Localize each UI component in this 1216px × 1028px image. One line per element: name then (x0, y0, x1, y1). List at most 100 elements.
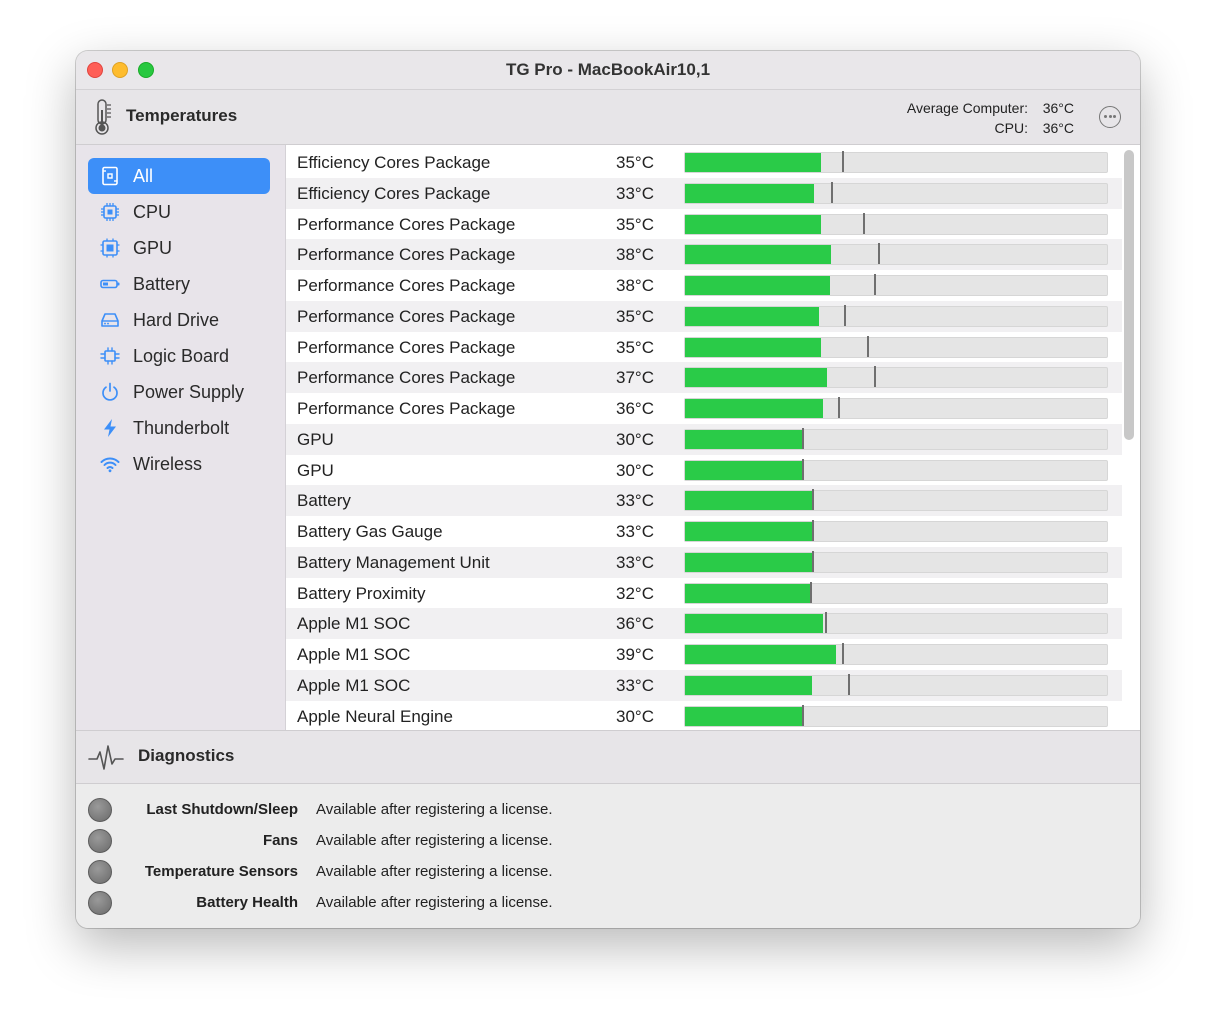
sensor-row[interactable]: Apple M1 SOC 39°C (286, 639, 1122, 670)
sidebar-item-label: GPU (133, 238, 173, 258)
sidebar-item-cpu[interactable]: CPU (88, 194, 270, 230)
temperature-bar-fill (685, 675, 813, 695)
sensor-temperature: 36°C (616, 399, 654, 418)
bolt-icon (104, 419, 116, 437)
sensor-list[interactable]: Efficiency Cores Package 35°C Efficiency C… (286, 145, 1140, 730)
diagnostic-row: Battery Health Available after registeri… (76, 889, 876, 917)
sidebar-item-wireless[interactable]: Wireless (88, 446, 270, 482)
sensor-temperature: 33°C (616, 552, 654, 572)
gpu-icon (100, 238, 120, 258)
temperature-bar (684, 489, 1108, 512)
max-temperature-marker (841, 151, 844, 172)
chip-icon (101, 203, 119, 221)
sensor-temperature: 30°C (616, 429, 654, 449)
temperatures-title: Temperatures (126, 106, 238, 125)
sidebar-item-hard-drive[interactable]: Hard Drive (88, 302, 270, 338)
average-computer-value: 36°C (1042, 100, 1074, 116)
sensor-name: Performance Cores Package (297, 306, 516, 326)
sidebar-item-label: Power Supply (133, 382, 245, 402)
sensor-row[interactable]: Performance Cores Package 35°C (286, 209, 1122, 240)
sidebar-item-power-supply[interactable]: Power Supply (88, 374, 270, 410)
sensor-name: Apple M1 SOC (297, 675, 411, 695)
temperature-bar (684, 366, 1108, 389)
temperature-bar-fill (685, 306, 820, 326)
temperature-bar-fill (685, 522, 813, 541)
sensor-row[interactable]: Apple M1 SOC 33°C (286, 669, 1122, 701)
sensor-row[interactable]: GPU 30°C (286, 455, 1122, 486)
temperature-bar-fill (685, 399, 823, 418)
temperature-bar (684, 643, 1108, 665)
sensor-temperature: 33°C (616, 675, 654, 695)
sidebar-item-logic-board[interactable]: Logic Board (88, 338, 270, 374)
sensor-name: GPU (297, 460, 334, 480)
logic-board-icon (100, 347, 120, 365)
sensor-row[interactable]: Battery Gas Gauge 33°C (286, 516, 1122, 547)
temperature-bar (684, 673, 1108, 696)
temperature-bar (684, 612, 1108, 635)
board-icon (102, 166, 118, 186)
sensor-row[interactable]: Performance Cores Package 35°C (286, 300, 1122, 332)
max-temperature-marker (844, 304, 846, 326)
temperature-bar-fill (685, 276, 831, 295)
temperature-bar (684, 212, 1108, 235)
sidebar-item-label: Hard Drive (133, 310, 220, 330)
sensor-name: GPU (297, 429, 334, 449)
sensor-row[interactable]: Apple Neural Engine 30°C (286, 701, 1122, 731)
sensor-row[interactable]: Performance Cores Package 38°C (286, 239, 1122, 271)
sensor-row[interactable]: Efficiency Cores Package 33°C (286, 177, 1122, 209)
sensor-name: Battery Gas Gauge (297, 522, 443, 541)
cpu-average-label: CPU: (994, 120, 1028, 136)
drive-icon (101, 313, 119, 327)
max-temperature-marker (873, 274, 876, 295)
max-temperature-marker (812, 489, 815, 511)
temperature-bar-fill (685, 460, 802, 480)
temperature-bar (684, 181, 1108, 204)
temperature-bar (684, 274, 1108, 296)
sensor-name: Performance Cores Package (297, 399, 516, 418)
sensor-row[interactable]: Performance Cores Package 37°C (286, 362, 1122, 394)
sensor-row[interactable]: Apple M1 SOC 36°C (286, 608, 1122, 640)
temperature-bar-fill (685, 491, 813, 511)
max-temperature-marker (801, 704, 804, 726)
max-temperature-marker (831, 181, 834, 203)
app-window: TG Pro - MacBookAir10,1 Temperatures Ave… (76, 51, 1140, 928)
temperature-bar-fill (685, 368, 828, 388)
sidebar-item-gpu[interactable]: GPU (88, 230, 270, 266)
sensor-row[interactable]: Performance Cores Package 36°C (286, 393, 1122, 424)
temperature-bar (684, 151, 1108, 173)
sensor-name: Efficiency Cores Package (297, 153, 491, 172)
diagnostic-label: Fans (262, 832, 298, 849)
sensor-temperature: 35°C (616, 214, 654, 234)
sensor-row[interactable]: Battery Proximity 32°C (286, 578, 1122, 609)
sensor-row[interactable]: Performance Cores Package 35°C (286, 332, 1122, 363)
status-indicator-icon (88, 829, 112, 853)
sidebar-item-battery[interactable]: Battery (88, 266, 270, 302)
window-title: TG Pro - MacBookAir10,1 (505, 60, 711, 79)
temperature-bar-fill (685, 337, 821, 357)
sensor-row[interactable]: Battery Management Unit 33°C (286, 546, 1122, 578)
sensor-row[interactable]: Efficiency Cores Package 35°C (286, 147, 1122, 178)
more-options-icon[interactable] (1099, 106, 1121, 128)
sensor-row[interactable]: Battery 33°C (286, 485, 1122, 517)
sidebar-item-thunderbolt[interactable]: Thunderbolt (88, 410, 270, 446)
temperature-bar (684, 704, 1108, 727)
temperature-bar-fill (685, 429, 802, 449)
sensor-temperature: 38°C (616, 276, 654, 295)
max-temperature-marker (873, 366, 876, 388)
wifi-icon (100, 457, 120, 473)
sensor-row[interactable]: GPU 30°C (286, 423, 1122, 455)
sensor-temperature: 33°C (616, 491, 654, 511)
temperature-bar (684, 520, 1108, 542)
sensor-name: Performance Cores Package (297, 368, 516, 388)
sensor-row[interactable]: Performance Cores Package 38°C (286, 270, 1122, 301)
sidebar-item-all[interactable]: All (88, 158, 270, 194)
sidebar-item-label: Thunderbolt (133, 418, 230, 438)
diagnostic-value: Available after registering a license. (316, 832, 553, 849)
power-icon (102, 382, 118, 401)
sensor-name: Battery (297, 491, 351, 511)
sensor-name: Apple M1 SOC (297, 645, 411, 664)
sensor-list-scrollbar[interactable] (1124, 150, 1134, 440)
temperature-bar-fill (685, 706, 802, 726)
temperature-bar-fill (685, 552, 813, 572)
sidebar-item-label: CPU (133, 202, 172, 222)
